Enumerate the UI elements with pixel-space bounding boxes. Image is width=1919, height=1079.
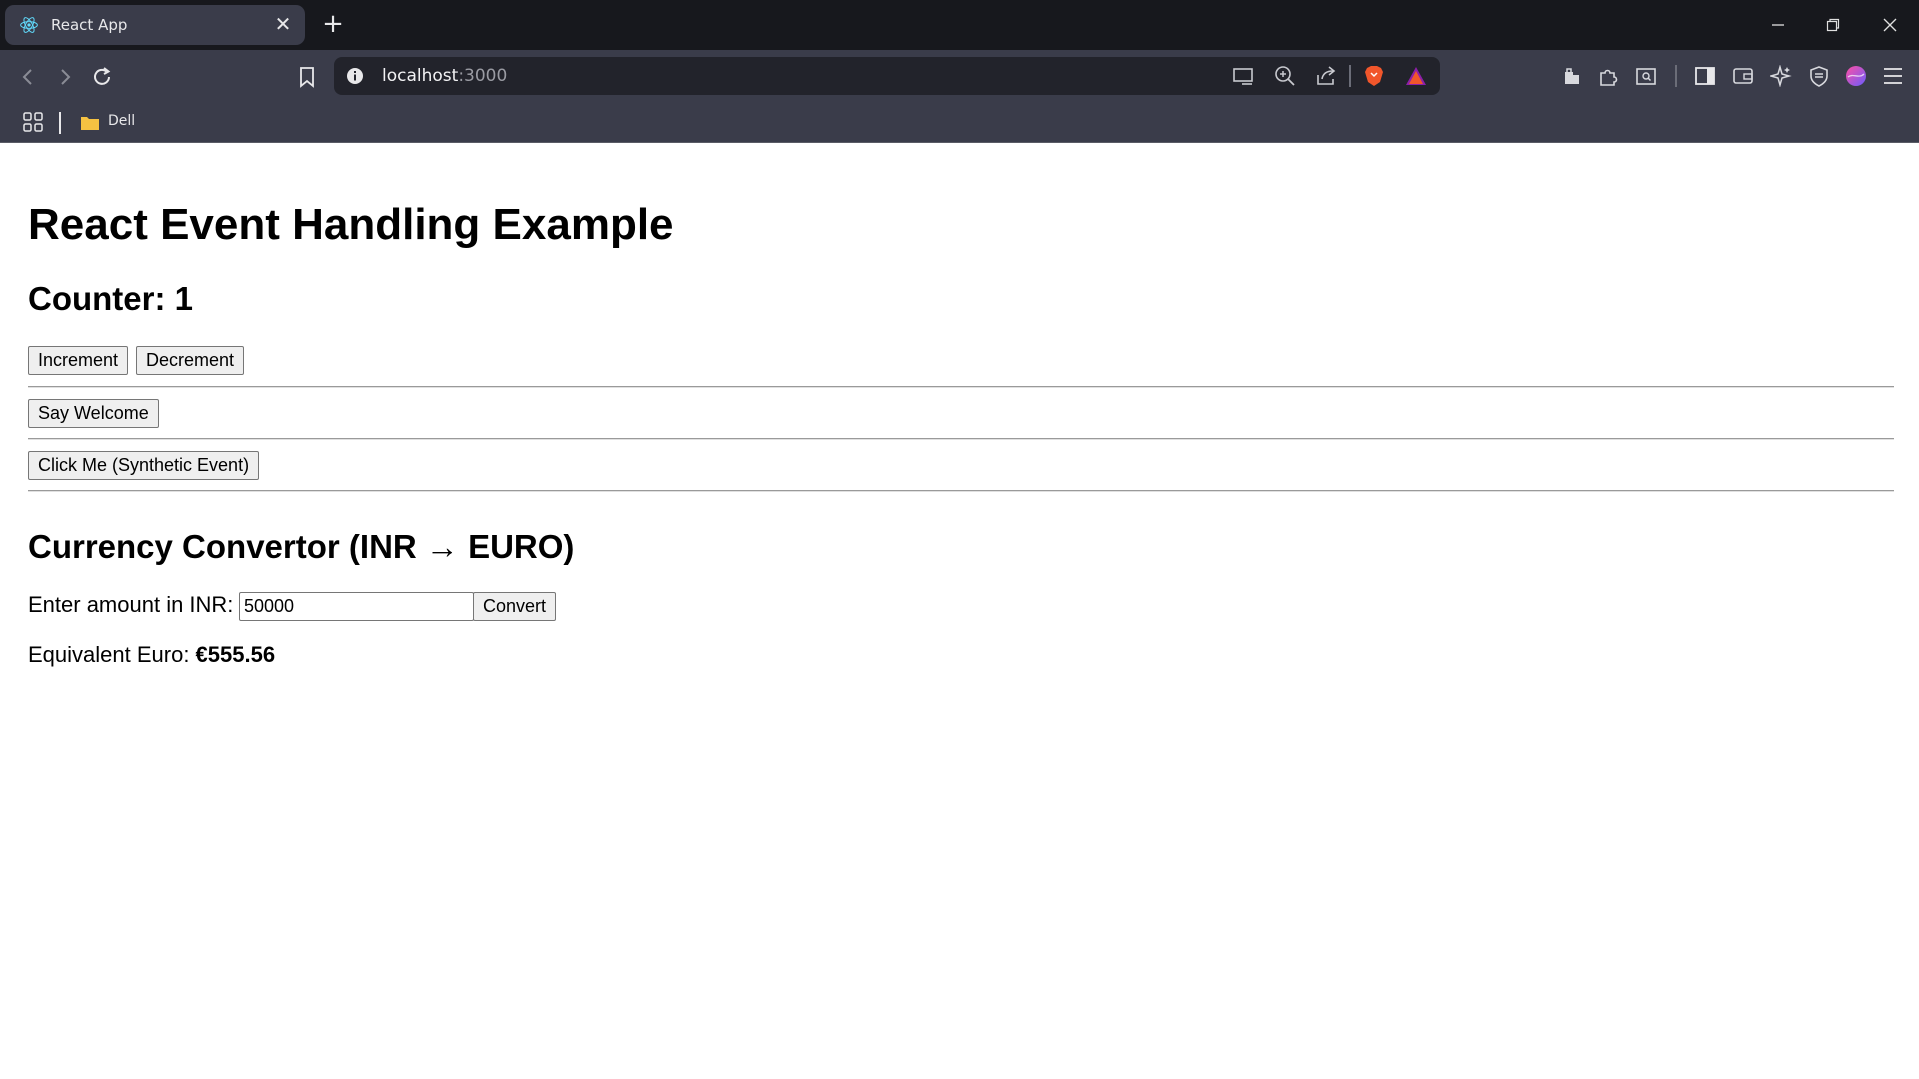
browser-titlebar: React App ✕ + xyxy=(0,0,1919,50)
euro-result: Equivalent Euro: €555.56 xyxy=(28,642,275,668)
reload-icon xyxy=(94,67,111,85)
zoom-button[interactable] xyxy=(1271,62,1299,90)
zoom-in-icon xyxy=(1275,66,1295,86)
page-title: React Event Handling Example xyxy=(28,200,674,249)
bookmarks-bar: Dell xyxy=(0,102,1919,143)
apps-button[interactable] xyxy=(19,108,47,136)
wallet-icon xyxy=(1733,68,1753,84)
share-button[interactable] xyxy=(1312,62,1340,90)
divider xyxy=(28,386,1894,388)
brave-rewards-button[interactable] xyxy=(1402,62,1430,90)
bag-icon xyxy=(1565,68,1579,84)
shield-icon xyxy=(1810,66,1828,87)
cast-button[interactable] xyxy=(1229,62,1257,90)
minimize-icon xyxy=(1772,24,1784,26)
react-logo-icon xyxy=(20,17,38,33)
cast-icon xyxy=(1233,68,1253,85)
bookmark-button[interactable] xyxy=(292,62,322,92)
share-icon xyxy=(1317,66,1336,85)
sparkle-icon xyxy=(1770,65,1792,87)
result-label: Equivalent Euro: xyxy=(28,642,196,667)
convert-button[interactable]: Convert xyxy=(473,592,557,621)
vpn-button[interactable] xyxy=(1805,62,1833,90)
info-icon[interactable] xyxy=(346,67,364,85)
wallet-tray-button[interactable] xyxy=(1558,62,1586,90)
result-value: €555.56 xyxy=(195,642,276,667)
amount-label: Enter amount in INR: xyxy=(28,592,234,617)
url-text[interactable]: localhost:3000 xyxy=(382,66,507,86)
hamburger-icon xyxy=(1884,68,1902,84)
extensions-button[interactable] xyxy=(1595,62,1623,90)
divider xyxy=(28,438,1894,440)
bookmark-label: Dell xyxy=(108,113,136,129)
avatar xyxy=(1846,66,1866,86)
apps-grid-icon xyxy=(23,112,43,132)
say-welcome-button[interactable]: Say Welcome xyxy=(28,399,159,428)
new-tab-button[interactable]: + xyxy=(320,11,346,38)
brave-rewards-icon xyxy=(1406,67,1426,85)
bookmark-icon xyxy=(300,67,314,88)
menu-button[interactable] xyxy=(1879,62,1907,90)
puzzle-icon xyxy=(1600,69,1618,86)
folder-icon xyxy=(81,117,99,130)
browser-toolbar: localhost:3000 xyxy=(0,50,1919,102)
back-arrow-icon xyxy=(22,69,32,85)
restore-button[interactable] xyxy=(1813,10,1853,40)
decrement-button[interactable]: Decrement xyxy=(136,346,245,375)
brave-shields-button[interactable] xyxy=(1360,62,1388,90)
restore-icon xyxy=(1826,18,1840,32)
wallet-button[interactable] xyxy=(1729,62,1757,90)
browser-tab[interactable]: React App ✕ xyxy=(5,5,305,45)
back-button[interactable] xyxy=(13,62,43,92)
forward-button[interactable] xyxy=(50,62,80,92)
leo-ai-button[interactable] xyxy=(1767,62,1795,90)
profile-button[interactable] xyxy=(1842,62,1870,90)
counter-display: Counter: 1 xyxy=(28,280,193,317)
sidebar-icon xyxy=(1695,67,1715,85)
inr-amount-input[interactable] xyxy=(239,592,474,621)
address-separator xyxy=(1349,65,1351,87)
synthetic-event-button[interactable]: Click Me (Synthetic Event) xyxy=(28,451,260,480)
sidebar-toggle-button[interactable] xyxy=(1691,62,1719,90)
address-bar[interactable]: localhost:3000 xyxy=(334,57,1440,95)
toolbar-separator xyxy=(1675,65,1677,87)
divider xyxy=(28,490,1894,492)
reload-button[interactable] xyxy=(87,62,117,92)
bookmark-dell[interactable]: Dell xyxy=(78,102,138,142)
brave-lion-icon xyxy=(1365,66,1383,86)
currency-converter-heading: Currency Convertor (INR → EURO) xyxy=(28,528,575,565)
tab-title: React App xyxy=(51,16,128,34)
increment-button[interactable]: Increment xyxy=(28,346,129,375)
url-host: localhost xyxy=(382,66,459,86)
url-port: :3000 xyxy=(458,66,508,86)
page-content: React Event Handling Example Counter: 1 … xyxy=(0,144,1919,1079)
tab-close-icon[interactable]: ✕ xyxy=(273,15,293,35)
reader-mode-button[interactable] xyxy=(1632,62,1660,90)
search-page-icon xyxy=(1636,68,1656,85)
bookmarks-separator xyxy=(59,112,61,134)
close-window-button[interactable] xyxy=(1870,10,1910,40)
forward-arrow-icon xyxy=(61,69,71,85)
close-icon xyxy=(1883,18,1897,32)
minimize-button[interactable] xyxy=(1758,10,1798,40)
